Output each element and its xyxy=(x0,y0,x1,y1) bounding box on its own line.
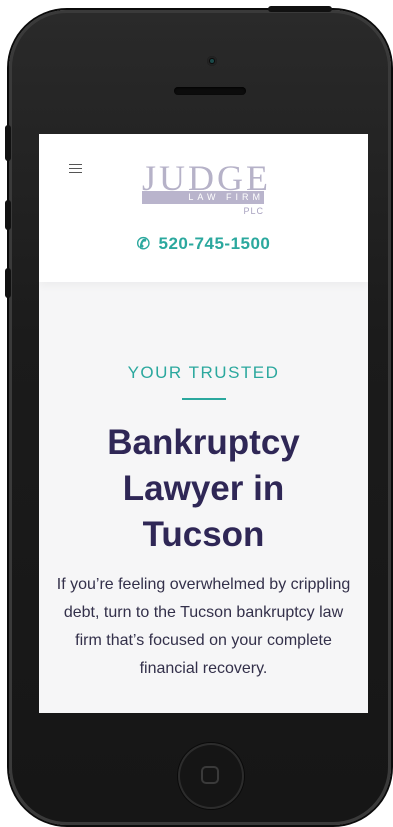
phone-number: 520-745-1500 xyxy=(158,234,271,253)
headline-line-1: Bankruptcy xyxy=(107,423,300,462)
volume-up-button xyxy=(5,200,11,230)
site-header: JUDGE LAW FIRM PLC ✆ 520-745-1500 xyxy=(39,134,368,282)
hero-divider xyxy=(182,398,226,400)
front-camera xyxy=(207,56,217,66)
phone-link[interactable]: ✆ 520-745-1500 xyxy=(39,234,368,254)
hero-eyebrow: YOUR TRUSTED xyxy=(127,363,280,382)
screen: JUDGE LAW FIRM PLC ✆ 520-745-1500 YOUR TR… xyxy=(39,134,368,713)
phone-icon: ✆ xyxy=(136,236,151,253)
volume-down-button xyxy=(5,268,11,298)
power-button xyxy=(268,6,332,12)
home-square-icon xyxy=(201,766,219,784)
home-button[interactable] xyxy=(178,743,244,809)
logo-suffix: PLC xyxy=(243,206,264,216)
logo-subtitle: LAW FIRM xyxy=(188,192,264,202)
headline-line-3: Tucson xyxy=(142,515,265,554)
hero-body: If you’re feeling overwhelmed by crippli… xyxy=(56,576,351,677)
hamburger-menu-icon[interactable] xyxy=(69,164,82,174)
hero-headline: Bankruptcy Lawyer in Tucson xyxy=(39,420,368,558)
mute-switch xyxy=(5,125,11,161)
firm-logo[interactable]: JUDGE LAW FIRM PLC xyxy=(142,158,268,220)
earpiece-speaker xyxy=(174,87,246,95)
headline-line-2: Lawyer in xyxy=(122,469,285,508)
